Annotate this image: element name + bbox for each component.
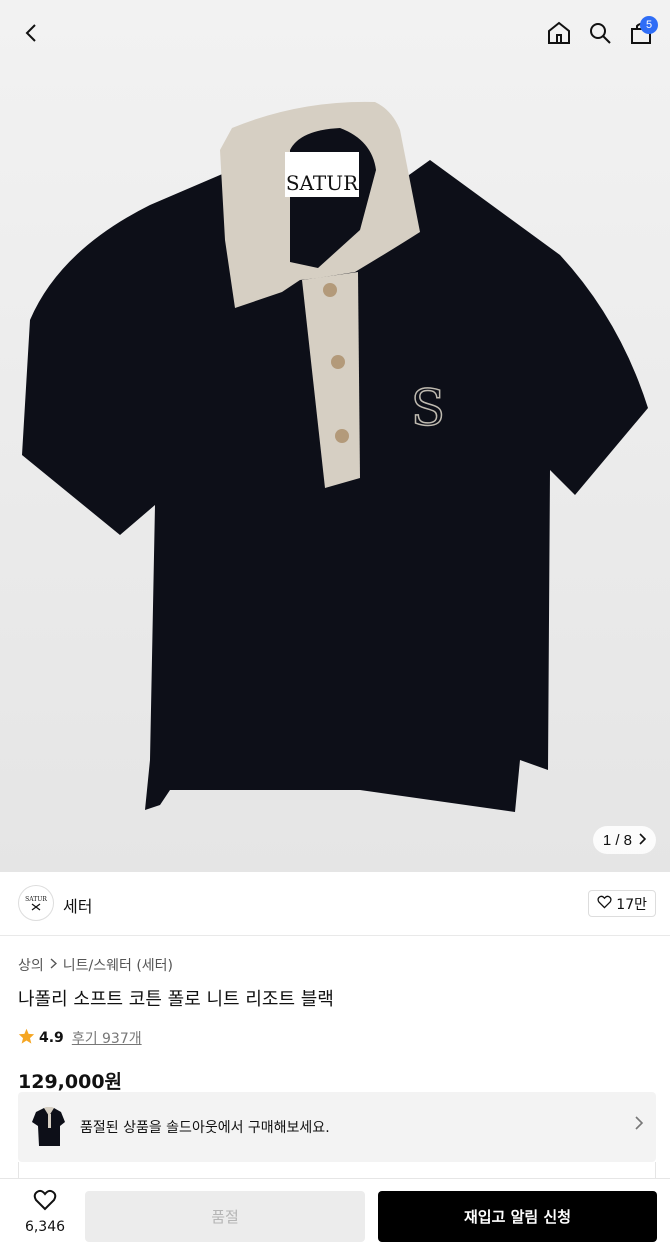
bottom-action-bar: 6,346 품절 재입고 알림 신청 bbox=[0, 1178, 670, 1258]
review-count-link[interactable]: 후기 937개 bbox=[72, 1028, 142, 1048]
chevron-right-icon bbox=[634, 1115, 644, 1135]
breadcrumb: 상의 니트/스웨터 (세터) bbox=[18, 955, 173, 975]
rating-value: 4.9 bbox=[39, 1030, 64, 1046]
product-price: 129,000원 bbox=[18, 1071, 123, 1093]
brand-like-button[interactable]: 17만 bbox=[588, 890, 656, 917]
breadcrumb-item[interactable]: 니트/스웨터 (세터) bbox=[63, 955, 173, 975]
heart-icon bbox=[33, 1189, 57, 1215]
wishlist-count: 6,346 bbox=[24, 1219, 66, 1235]
star-icon bbox=[18, 1028, 35, 1048]
back-arrow-icon[interactable] bbox=[14, 15, 50, 51]
page-indicator-text: 1 / 8 bbox=[602, 831, 632, 849]
chevron-right-icon bbox=[638, 832, 647, 849]
brand-like-count: 17만 bbox=[616, 896, 647, 913]
rating-row: 4.9 후기 937개 bbox=[18, 1028, 142, 1048]
breadcrumb-item[interactable]: 상의 bbox=[18, 955, 44, 975]
image-page-indicator[interactable]: 1 / 8 bbox=[592, 826, 656, 854]
home-icon[interactable] bbox=[541, 15, 577, 51]
soldout-product-thumbnail bbox=[32, 1107, 65, 1146]
cart-count-badge: 5 bbox=[640, 16, 658, 34]
brand-logo-text: SATUR bbox=[25, 895, 47, 903]
svg-text:S: S bbox=[411, 379, 445, 437]
product-title: 나폴리 소프트 코튼 폴로 니트 리조트 블랙 bbox=[18, 989, 334, 1010]
chevron-right-icon bbox=[50, 957, 57, 973]
brand-row: SATUR 세터 17만 bbox=[0, 872, 670, 936]
svg-text:SATUR: SATUR bbox=[286, 171, 359, 195]
soldout-banner-text: 품절된 상품을 솔드아웃에서 구매해보세요. bbox=[80, 1120, 330, 1136]
heart-icon bbox=[597, 895, 612, 913]
top-bar: 5 bbox=[0, 0, 670, 66]
wishlist-button[interactable]: 6,346 bbox=[18, 1189, 72, 1235]
product-photo: SATUR S bbox=[22, 101, 648, 812]
search-icon[interactable] bbox=[582, 15, 618, 51]
product-image-gallery[interactable]: SATUR S bbox=[0, 0, 670, 872]
sold-out-button[interactable]: 품절 bbox=[85, 1191, 365, 1242]
soldout-banner[interactable]: 품절된 상품을 솔드아웃에서 구매해보세요. bbox=[18, 1092, 656, 1162]
restock-alert-button[interactable]: 재입고 알림 신청 bbox=[378, 1191, 657, 1242]
brand-name[interactable]: 세터 bbox=[63, 893, 92, 917]
brand-logo[interactable]: SATUR bbox=[18, 885, 54, 921]
